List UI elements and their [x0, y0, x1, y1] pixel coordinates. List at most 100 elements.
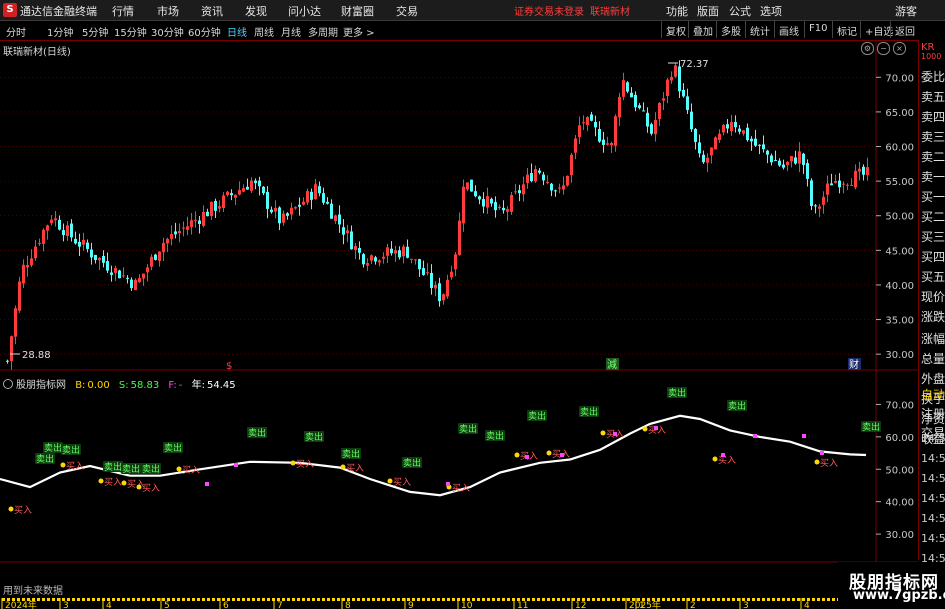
date-axis-label: 3	[63, 601, 69, 609]
guest-user[interactable]: 游客	[895, 3, 917, 19]
menu-xiaoda[interactable]: 问小达	[288, 3, 321, 19]
price-tick-label: 65.00	[885, 108, 914, 119]
period-weekly[interactable]: 周线	[254, 24, 274, 39]
kline-candle	[670, 76, 673, 81]
sell-signal-label: 卖出	[305, 431, 323, 443]
side-item[interactable]: 注册	[921, 405, 945, 422]
period-30min[interactable]: 30分钟	[151, 24, 184, 39]
tool-statistics[interactable]: 统计	[745, 21, 774, 38]
tool-overlay[interactable]: 叠加	[688, 21, 717, 38]
watermark-url: www.7gpzb.com	[853, 588, 945, 603]
kline-candle	[602, 139, 605, 145]
indicator-b-label: B:	[75, 380, 86, 391]
sell-signal-label: 卖出	[122, 463, 140, 475]
kline-candle	[678, 66, 681, 92]
kline-candle	[466, 182, 469, 190]
kline-candle	[766, 150, 769, 155]
kline-candle	[86, 242, 89, 249]
kline-candle	[70, 223, 73, 238]
kline-candle	[846, 184, 849, 186]
menu-formula[interactable]: 公式	[729, 3, 751, 19]
indicator-name[interactable]: 股朋指标网	[16, 380, 66, 391]
date-axis-tick	[237, 598, 240, 601]
kline-candle	[590, 114, 593, 121]
date-axis-tick	[417, 598, 420, 601]
period-1min[interactable]: 1分钟	[47, 24, 73, 39]
side-item[interactable]: 自动	[921, 386, 945, 403]
kline-candle	[122, 275, 125, 277]
kline-candle	[374, 257, 377, 262]
buy-signal-label: 买入	[393, 477, 411, 488]
kline-candle	[594, 122, 597, 128]
tool-multi-stock[interactable]: 多股	[716, 21, 745, 38]
kline-candle	[810, 180, 813, 206]
kline-candle	[190, 220, 193, 227]
kline-candle	[690, 111, 693, 130]
kline-candle	[622, 80, 625, 97]
login-status[interactable]: 证券交易未登录	[514, 3, 584, 18]
kline-chart[interactable]: 70.00 65.00 60.00 55.00 50.00 45.00 40.00 35.00…	[0, 40, 918, 598]
menu-trade[interactable]: 交易	[396, 3, 418, 19]
indicator-toggle-icon[interactable]	[3, 379, 13, 389]
date-axis-tick	[232, 598, 235, 601]
kline-candle	[550, 183, 553, 191]
buy-signal-dot	[176, 466, 182, 472]
date-axis-tick	[187, 598, 190, 601]
tool-f10[interactable]: F10	[804, 21, 831, 38]
kline-candle	[406, 246, 409, 258]
kline-candle	[106, 261, 109, 271]
date-axis-tick	[817, 598, 820, 601]
date-axis-tick	[607, 598, 610, 601]
period-daily[interactable]: 日线	[227, 24, 247, 39]
menu-layout[interactable]: 版面	[697, 3, 719, 19]
kline-candle	[606, 143, 609, 145]
kline-candle	[854, 170, 857, 188]
date-axis-tick	[732, 598, 735, 601]
menu-quotes[interactable]: 行情	[112, 3, 134, 19]
kline-candle	[866, 167, 869, 176]
menu-functions[interactable]: 功能	[666, 3, 688, 19]
buy-signal-label: 买入	[296, 459, 314, 470]
kline-candle	[442, 294, 445, 301]
period-monthly[interactable]: 月线	[281, 24, 301, 39]
kline-candle	[142, 273, 145, 279]
kline-candle	[470, 179, 473, 192]
date-axis-tick	[537, 598, 540, 601]
signal-marker	[234, 463, 238, 467]
menu-options[interactable]: 选项	[760, 3, 782, 19]
menu-wealth[interactable]: 财富圈	[341, 3, 374, 19]
menu-discover[interactable]: 发现	[245, 3, 267, 19]
period-5min[interactable]: 5分钟	[82, 24, 108, 39]
date-axis-tick	[322, 598, 325, 601]
period-15min[interactable]: 15分钟	[114, 24, 147, 39]
tool-draw-line[interactable]: 画线	[774, 21, 803, 38]
kline-candle	[494, 202, 497, 211]
date-axis-tick	[542, 598, 545, 601]
buy-signal-label: 买入	[14, 505, 32, 516]
tool-back[interactable]: 返回	[890, 21, 919, 38]
sell-signal-label: 卖出	[342, 448, 360, 460]
tool-adjust[interactable]: 复权	[661, 21, 690, 38]
indicator-tick-label: 70.00	[885, 400, 914, 411]
period-multi[interactable]: 多周期	[308, 24, 338, 39]
date-axis-tick	[327, 598, 330, 601]
date-axis-tick	[557, 598, 560, 601]
menu-market[interactable]: 市场	[157, 3, 179, 19]
kline-candle	[174, 231, 177, 235]
date-axis-tick	[757, 598, 760, 601]
current-stock-link[interactable]: 联瑞新材	[590, 3, 630, 18]
kline-candle	[706, 157, 709, 163]
tool-mark[interactable]: 标记	[832, 21, 861, 38]
kline-candle	[110, 272, 113, 275]
date-axis-tick	[717, 598, 720, 601]
menu-news[interactable]: 资讯	[201, 3, 223, 19]
kline-candle	[770, 155, 773, 163]
date-axis-tick	[427, 598, 430, 601]
date-axis-tick	[447, 598, 450, 601]
period-more[interactable]: 更多 >	[343, 24, 375, 39]
period-60min[interactable]: 60分钟	[188, 24, 221, 39]
sell-signal-label: 卖出	[528, 410, 546, 422]
title-bar: S 通达信金融终端 行情 市场 资讯 发现 问小达 财富圈 交易 证券交易未登录…	[0, 0, 945, 21]
period-intraday[interactable]: 分时	[6, 24, 26, 39]
signal-marker	[802, 434, 806, 438]
